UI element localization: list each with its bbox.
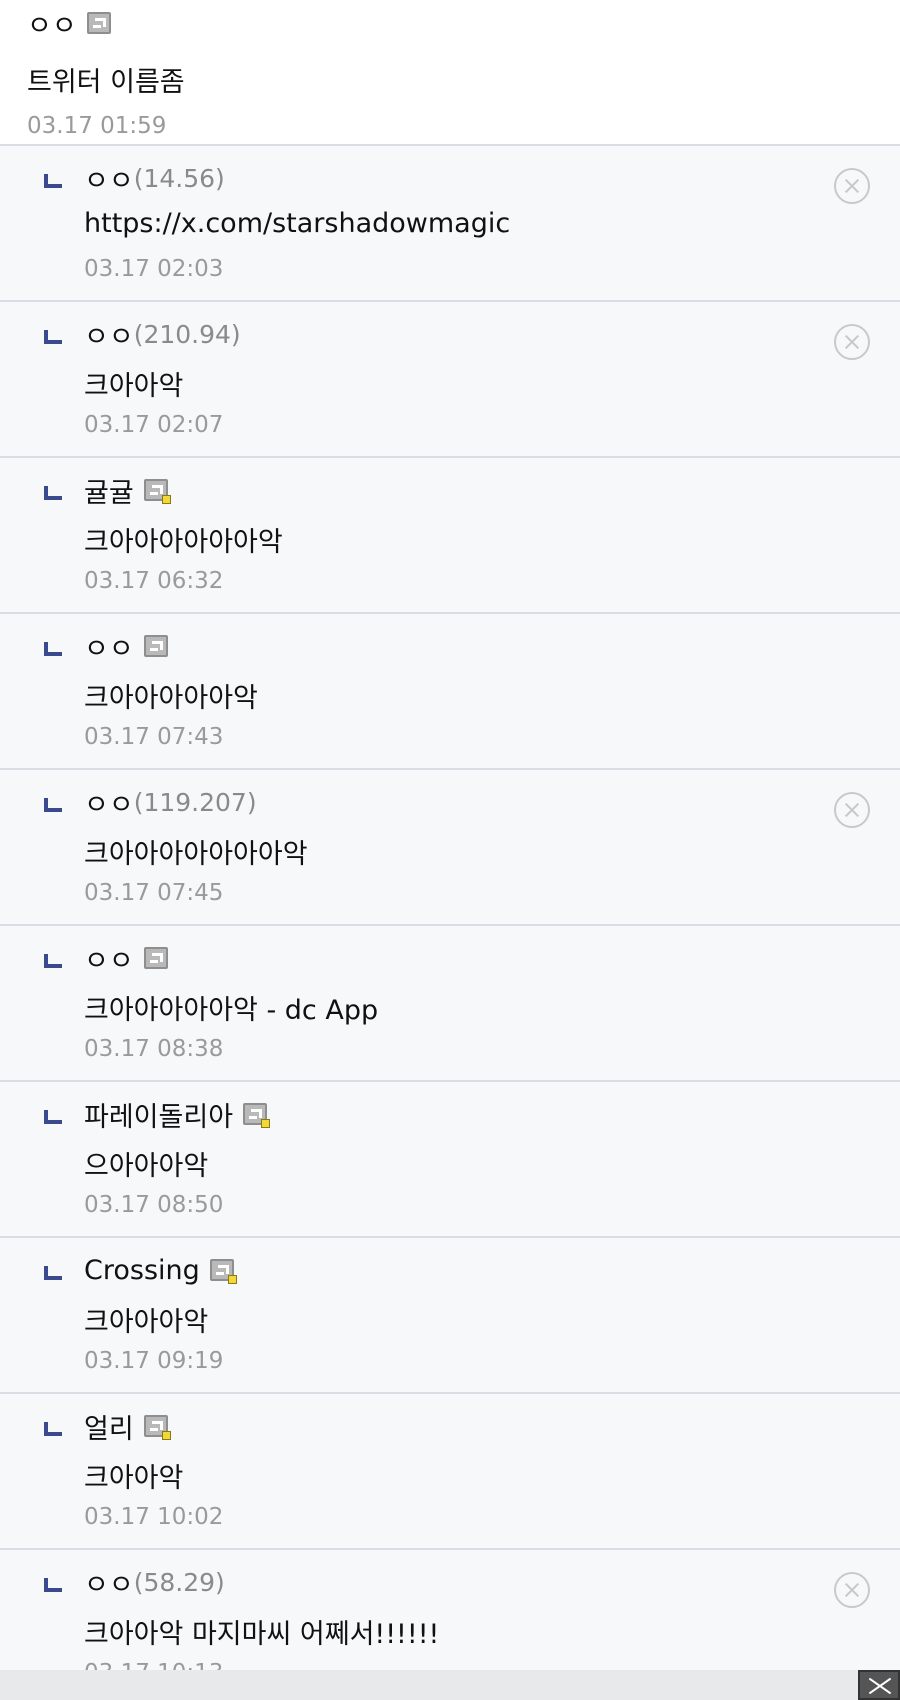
post-author-row: ㅇㅇ — [27, 4, 900, 43]
reply-author-name[interactable]: 귤귤 — [84, 471, 134, 510]
reply-author-ip: (210.94) — [133, 319, 241, 349]
reply-item: ㅇㅇ 크아아아아아악 03.17 07:43 — [0, 614, 900, 770]
reply-date: 03.17 07:45 — [84, 880, 224, 906]
reply-date: 03.17 09:19 — [84, 1348, 224, 1374]
member-badge-icon — [143, 947, 168, 969]
reply-author-row: Crossing — [84, 1252, 237, 1288]
reply-arrow-icon — [44, 1110, 62, 1124]
delete-icon[interactable] — [834, 792, 870, 828]
member-badge-icon — [243, 1103, 271, 1128]
reply-arrow-icon — [44, 174, 62, 188]
reply-item: 귤귤 크아아아아아아악 03.17 06:32 — [0, 458, 900, 614]
reply-author-row: 얼리 — [84, 1407, 171, 1446]
reply-body: 크아아아아아아아악 — [84, 839, 308, 870]
reply-date: 03.17 02:07 — [84, 412, 224, 438]
reply-author-ip: (58.29) — [133, 1567, 225, 1597]
member-badge-icon — [143, 479, 171, 504]
reply-author-row: ㅇㅇ — [84, 627, 168, 666]
reply-author-row: ㅇㅇ (119.207) — [84, 783, 257, 822]
delete-icon[interactable] — [834, 168, 870, 204]
member-badge-icon — [86, 12, 111, 34]
reply-date: 03.17 06:32 — [84, 568, 224, 594]
reply-item: Crossing 크아아아악 03.17 09:19 — [0, 1238, 900, 1394]
reply-author-ip: (119.207) — [133, 787, 257, 817]
reply-body: 크아아아아아악 — [84, 683, 258, 714]
post-date: 03.17 01:59 — [27, 113, 167, 139]
reply-body: 크아아아아아악 - dc App — [84, 995, 379, 1026]
reply-item: ㅇㅇ 크아아아아아악 - dc App 03.17 08:38 — [0, 926, 900, 1082]
bottom-ad-bar — [0, 1670, 900, 1700]
reply-author-name[interactable]: 얼리 — [84, 1407, 134, 1446]
reply-item: 얼리 크아아악 03.17 10:02 — [0, 1394, 900, 1550]
reply-item: ㅇㅇ (14.56) https://x.com/starshadowmagic… — [0, 146, 900, 302]
delete-icon[interactable] — [834, 1572, 870, 1608]
reply-date: 03.17 10:02 — [84, 1504, 224, 1530]
reply-arrow-icon — [44, 1266, 62, 1280]
reply-author-row: 귤귤 — [84, 471, 171, 510]
reply-date: 03.17 02:03 — [84, 256, 224, 282]
reply-author-ip: (14.56) — [133, 163, 225, 193]
reply-author-row: ㅇㅇ (58.29) — [84, 1563, 225, 1602]
reply-author-name[interactable]: ㅇㅇ — [84, 783, 134, 822]
member-badge-icon — [143, 635, 168, 657]
member-badge-icon — [143, 1415, 171, 1440]
reply-author-name[interactable]: ㅇㅇ — [84, 627, 134, 666]
delete-icon[interactable] — [834, 324, 870, 360]
reply-author-name[interactable]: ㅇㅇ — [84, 159, 134, 198]
reply-author-row: ㅇㅇ (210.94) — [84, 315, 241, 354]
reply-author-name[interactable]: ㅇㅇ — [84, 1563, 134, 1602]
reply-author-row: ㅇㅇ (14.56) — [84, 159, 225, 198]
reply-body: 크아아아악 — [84, 1307, 209, 1338]
reply-arrow-icon — [44, 642, 62, 656]
member-badge-icon — [209, 1259, 237, 1284]
comment-page: ㅇㅇ 트위터 이름좀 03.17 01:59 ㅇㅇ (14.56) https:… — [0, 0, 900, 1700]
reply-arrow-icon — [44, 954, 62, 968]
post-body: 트위터 이름좀 — [27, 67, 185, 98]
reply-author-name[interactable]: Crossing — [84, 1255, 200, 1286]
reply-arrow-icon — [44, 798, 62, 812]
original-post: ㅇㅇ 트위터 이름좀 03.17 01:59 — [0, 0, 900, 146]
reply-arrow-icon — [44, 330, 62, 344]
reply-arrow-icon — [44, 1422, 62, 1436]
reply-author-row: 파레이돌리아 — [84, 1095, 271, 1134]
reply-body: 크아아악 마지마씨 어쩨서!!!!!! — [84, 1619, 440, 1650]
reply-body: 으아아아악 — [84, 1151, 209, 1182]
reply-item: ㅇㅇ (210.94) 크아아악 03.17 02:07 — [0, 302, 900, 458]
reply-body: 크아아악 — [84, 1463, 184, 1494]
reply-item: ㅇㅇ (119.207) 크아아아아아아아악 03.17 07:45 — [0, 770, 900, 926]
reply-date: 03.17 08:50 — [84, 1192, 224, 1218]
reply-body: https://x.com/starshadowmagic — [84, 208, 511, 239]
reply-arrow-icon — [44, 486, 62, 500]
reply-author-name[interactable]: ㅇㅇ — [84, 315, 134, 354]
reply-body: 크아아아아아아악 — [84, 527, 283, 558]
reply-body: 크아아악 — [84, 371, 184, 402]
post-author-name[interactable]: ㅇㅇ — [27, 4, 77, 43]
reply-item: 파레이돌리아 으아아아악 03.17 08:50 — [0, 1082, 900, 1238]
reply-author-name[interactable]: 파레이돌리아 — [84, 1095, 233, 1134]
close-icon[interactable] — [858, 1670, 900, 1700]
reply-author-name[interactable]: ㅇㅇ — [84, 939, 134, 978]
reply-author-row: ㅇㅇ — [84, 939, 168, 978]
reply-arrow-icon — [44, 1578, 62, 1592]
reply-date: 03.17 08:38 — [84, 1036, 224, 1062]
reply-date: 03.17 07:43 — [84, 724, 224, 750]
